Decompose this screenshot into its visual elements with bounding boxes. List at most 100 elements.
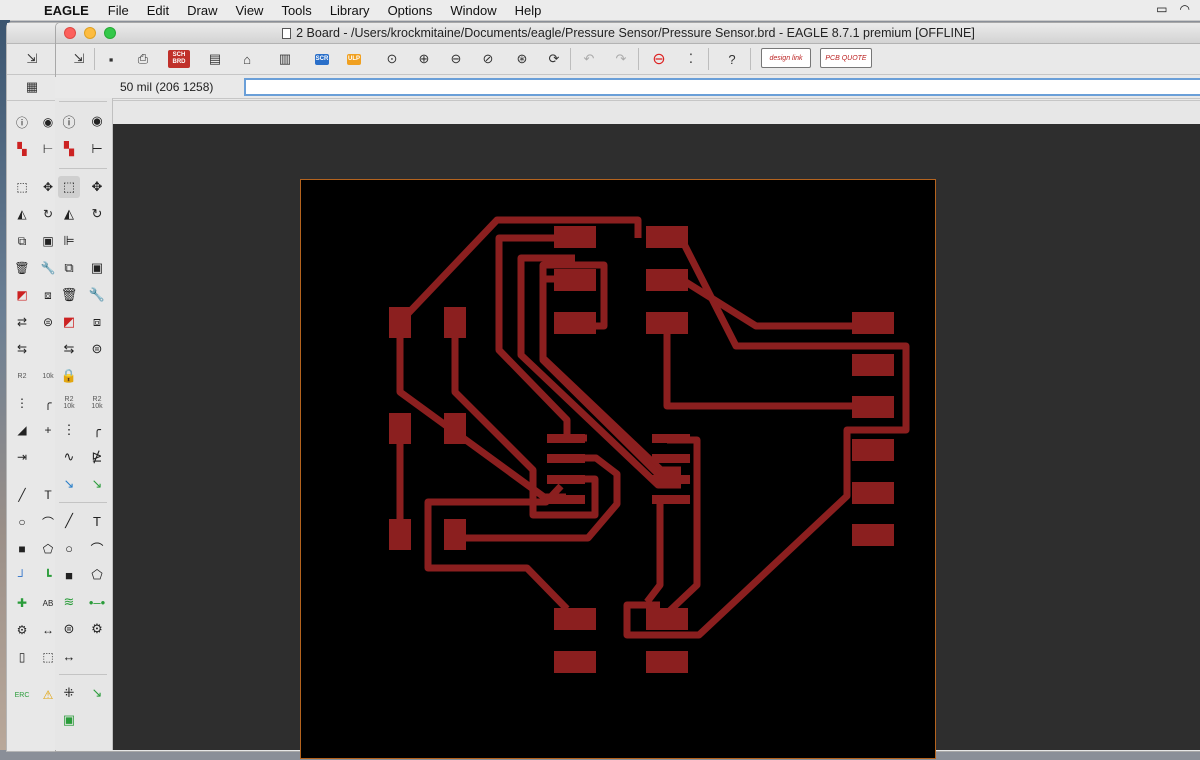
zoom-window-button[interactable] bbox=[104, 27, 116, 39]
library-icon[interactable]: ▥ bbox=[274, 48, 296, 70]
ic-pad[interactable] bbox=[547, 475, 585, 484]
airplay-icon[interactable]: ▭ bbox=[1156, 2, 1167, 16]
back-split-icon[interactable]: ⋮ bbox=[11, 392, 33, 414]
ripup-tool-icon[interactable]: ↘ bbox=[86, 473, 108, 495]
via-stack-icon[interactable]: ≋ bbox=[58, 591, 80, 613]
go-icon[interactable]: ⁚ bbox=[680, 48, 702, 70]
smd-pad[interactable] bbox=[646, 312, 688, 334]
ic-pad[interactable] bbox=[547, 495, 585, 504]
back-swap2-icon[interactable]: ⇆ bbox=[11, 338, 33, 360]
connector-pad[interactable] bbox=[852, 312, 894, 334]
help-icon[interactable]: ? bbox=[721, 48, 743, 70]
command-input[interactable] bbox=[244, 78, 1200, 96]
trace[interactable] bbox=[667, 275, 873, 330]
smd-pad[interactable] bbox=[389, 519, 411, 550]
undo-icon[interactable]: ↶ bbox=[578, 48, 600, 70]
text-tool-icon[interactable]: T bbox=[86, 510, 108, 532]
smd-pad[interactable] bbox=[554, 651, 596, 673]
back-circle-icon[interactable]: ○ bbox=[11, 511, 33, 533]
back-delete-icon[interactable]: 🗑 bbox=[11, 257, 33, 279]
smd-pad[interactable] bbox=[554, 269, 596, 291]
split-tool-icon[interactable]: ⋮ bbox=[58, 419, 80, 441]
back-select-icon[interactable]: ⬚ bbox=[11, 176, 33, 198]
stop-icon[interactable]: ⊖ bbox=[648, 48, 670, 70]
smd-pad[interactable] bbox=[554, 226, 596, 248]
zoom-select-icon[interactable]: ⊘ bbox=[477, 48, 499, 70]
smd-pad[interactable] bbox=[646, 269, 688, 291]
back-wire-icon[interactable]: ┘ bbox=[11, 565, 33, 587]
smd-pad[interactable] bbox=[389, 413, 411, 444]
smash-icon[interactable]: ⊜ bbox=[86, 338, 108, 360]
change-wrench-icon[interactable]: 🔧 bbox=[86, 284, 108, 306]
back-attribute-icon[interactable]: ⚙ bbox=[11, 619, 33, 641]
select-tool-icon[interactable]: ⬚ bbox=[58, 176, 80, 198]
signal-tool-icon[interactable]: •–• bbox=[86, 591, 108, 613]
menu-library[interactable]: Library bbox=[330, 3, 370, 18]
back-route-icon[interactable]: ⇥ bbox=[11, 446, 33, 468]
drc-icon[interactable]: ▣ bbox=[58, 709, 80, 731]
back-add-icon[interactable]: ◩ bbox=[11, 284, 33, 306]
menu-edit[interactable]: Edit bbox=[147, 3, 169, 18]
connector-pad[interactable] bbox=[852, 482, 894, 504]
miter-tool-icon[interactable]: ╭ bbox=[86, 419, 108, 441]
back-info-icon[interactable]: ⓘ bbox=[11, 111, 33, 133]
smd-pad[interactable] bbox=[444, 519, 466, 550]
sch-brd-switch-button[interactable]: SCH BRD bbox=[168, 48, 190, 70]
menu-options[interactable]: Options bbox=[388, 3, 433, 18]
smd-pad[interactable] bbox=[646, 608, 688, 630]
smd-pad[interactable] bbox=[444, 307, 466, 338]
meander-tool-icon[interactable]: ∿ bbox=[58, 446, 80, 468]
swap-icon[interactable]: ⇆ bbox=[58, 338, 80, 360]
back-swap-icon[interactable]: ⇄ bbox=[11, 311, 33, 333]
copy-tool-icon[interactable]: ⧉ bbox=[58, 257, 80, 279]
circle-tool-icon[interactable]: ○ bbox=[58, 537, 80, 559]
open-icon[interactable]: ⇲ bbox=[68, 48, 90, 70]
manufacturing-icon[interactable]: ⌂ bbox=[236, 48, 258, 70]
connector-pad[interactable] bbox=[852, 396, 894, 418]
redo-icon[interactable]: ↷ bbox=[610, 48, 632, 70]
smd-pad[interactable] bbox=[554, 608, 596, 630]
cam-processor-icon[interactable]: ▤ bbox=[204, 48, 226, 70]
lock-icon[interactable]: 🔒 bbox=[58, 365, 80, 387]
connector-pad[interactable] bbox=[852, 439, 894, 461]
delete-tool-icon[interactable]: 🗑 bbox=[58, 284, 80, 306]
back-line-icon[interactable]: ╱ bbox=[11, 484, 33, 506]
hole-stack-icon[interactable]: ⊜ bbox=[58, 618, 80, 640]
route-tool-icon[interactable]: ↘ bbox=[58, 473, 80, 495]
design-link-button[interactable]: design link bbox=[761, 48, 811, 68]
wifi-icon[interactable]: ◠ bbox=[1180, 2, 1190, 16]
ic-pad[interactable] bbox=[547, 454, 585, 463]
board-canvas[interactable] bbox=[113, 124, 1200, 759]
back-open-icon[interactable]: ⇲ bbox=[21, 48, 43, 70]
dimension-tool-icon[interactable]: ↔ bbox=[58, 645, 80, 667]
back-layers-icon[interactable]: ▚ bbox=[11, 138, 33, 160]
rotate-tool-icon[interactable]: ↻ bbox=[86, 203, 108, 225]
menu-window[interactable]: Window bbox=[450, 3, 496, 18]
line-tool-icon[interactable]: ╱ bbox=[58, 510, 80, 532]
back-erc-icon[interactable]: ERC bbox=[11, 684, 33, 706]
back-value-icon[interactable]: R2 bbox=[11, 365, 33, 387]
menu-view[interactable]: View bbox=[236, 3, 264, 18]
value-tool-icon[interactable]: R2 10k bbox=[86, 392, 108, 414]
ic-pad[interactable] bbox=[652, 475, 690, 484]
optimize-tool-icon[interactable]: ⋭ bbox=[86, 446, 108, 468]
smd-pad[interactable] bbox=[646, 226, 688, 248]
back-frame-icon[interactable]: ▯ bbox=[11, 646, 33, 668]
rectangle-tool-icon[interactable]: ■ bbox=[58, 564, 80, 586]
app-menu-eagle[interactable]: EAGLE bbox=[44, 3, 89, 18]
add-part-icon[interactable]: ◩ bbox=[58, 311, 80, 333]
script-button[interactable]: SCR bbox=[311, 48, 333, 70]
back-junction-icon[interactable]: ✚ bbox=[11, 592, 33, 614]
menu-file[interactable]: File bbox=[108, 3, 129, 18]
smd-pad[interactable] bbox=[389, 307, 411, 338]
ic-pad[interactable] bbox=[652, 454, 690, 463]
smd-pad[interactable] bbox=[554, 312, 596, 334]
smd-pad[interactable] bbox=[646, 651, 688, 673]
smd-pad[interactable] bbox=[444, 413, 466, 444]
menu-help[interactable]: Help bbox=[515, 3, 542, 18]
name-tool-icon[interactable]: R2 10k bbox=[58, 392, 80, 414]
back-mirror-icon[interactable]: ◭ bbox=[11, 203, 33, 225]
arc-tool-icon[interactable]: ⌒ bbox=[86, 537, 108, 559]
ulp-button[interactable]: ULP bbox=[343, 48, 365, 70]
mirror-tool-icon[interactable]: ◭ bbox=[58, 203, 80, 225]
